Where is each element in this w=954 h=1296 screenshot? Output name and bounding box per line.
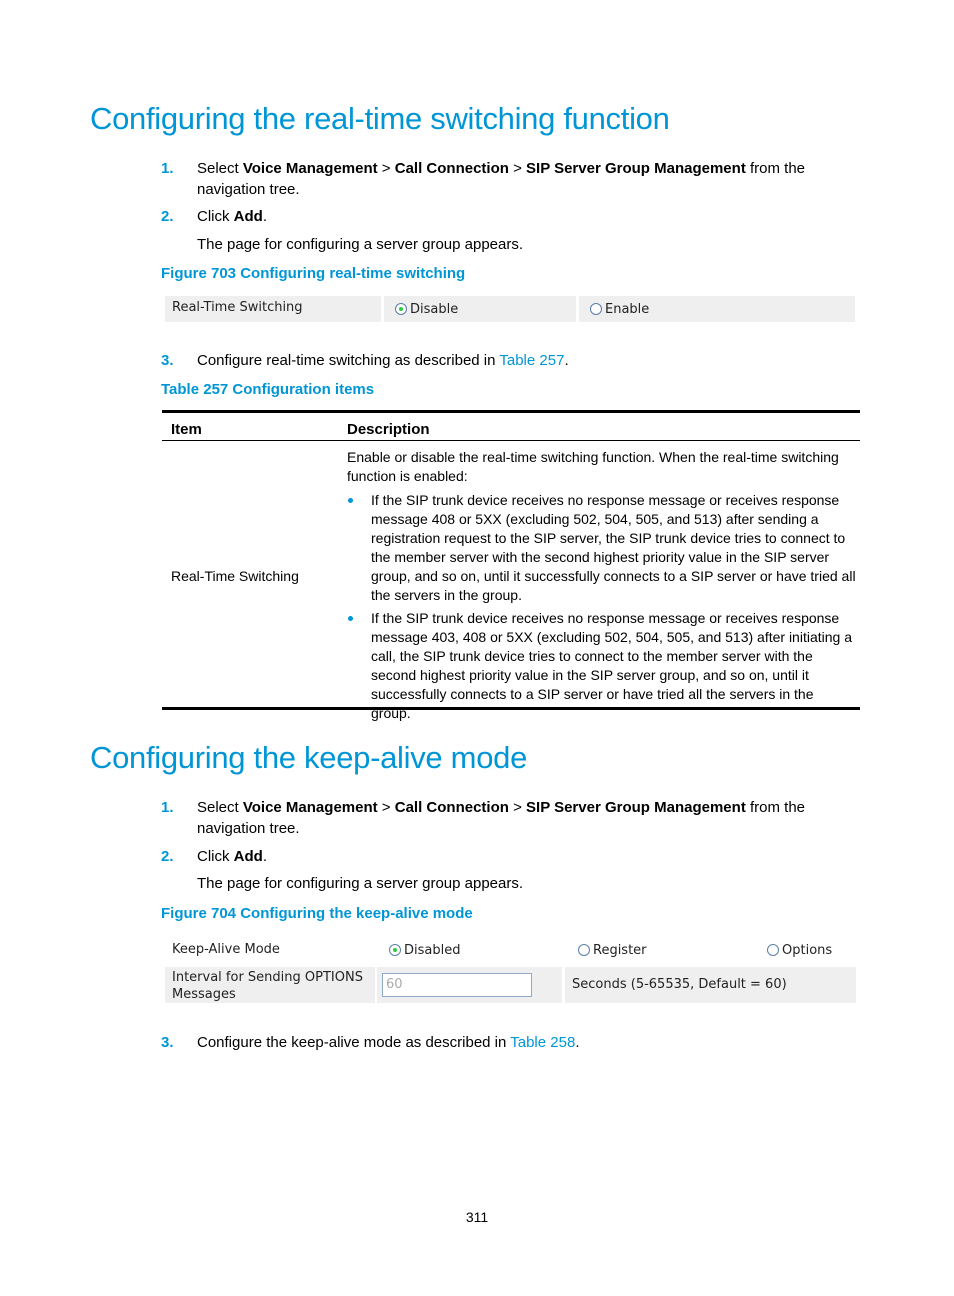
bullet-icon <box>348 498 353 503</box>
description-bullet-2: If the SIP trunk device receives no resp… <box>371 610 852 721</box>
keep-alive-mode-label: Keep-Alive Mode <box>172 942 280 957</box>
step-1: 1. Select Voice Management > Call Connec… <box>161 797 866 839</box>
step-number: 1. <box>161 799 174 816</box>
step-text: Configure the keep-alive mode as describ… <box>197 1034 580 1051</box>
header-description: Description <box>347 421 430 438</box>
section-title-real-time-switching: Configuring the real-time switching func… <box>90 101 670 136</box>
figure-703-caption: Figure 703 Configuring real-time switchi… <box>161 265 466 282</box>
radio-selected-icon[interactable] <box>395 303 407 315</box>
bullet-icon <box>348 616 353 621</box>
cell-item: Real-Time Switching <box>171 568 299 584</box>
step-number: 3. <box>161 1034 174 1051</box>
interval-hint: Seconds (5-65535, Default = 60) <box>565 967 856 1003</box>
table-258-link[interactable]: Table 258 <box>510 1034 575 1051</box>
step-3: 3. Configure real-time switching as desc… <box>161 350 866 371</box>
step-number: 3. <box>161 352 174 369</box>
description-bullet-1: If the SIP trunk device receives no resp… <box>371 492 856 603</box>
step-1: 1. Select Voice Management > Call Connec… <box>161 158 866 200</box>
radio-disabled-option[interactable]: Disabled <box>384 938 564 964</box>
figure-704-caption: Figure 704 Configuring the keep-alive mo… <box>161 905 473 922</box>
radio-register-option[interactable]: Register <box>573 938 753 964</box>
header-item: Item <box>171 421 202 438</box>
table-257-caption: Table 257 Configuration items <box>161 381 375 398</box>
step-3: 3. Configure the keep-alive mode as desc… <box>161 1032 866 1053</box>
radio-options-option[interactable]: Options <box>762 938 856 964</box>
page-number: 311 <box>465 1209 489 1225</box>
step-2: 2. Click Add. <box>161 846 866 867</box>
interval-input[interactable]: 60 <box>382 973 532 997</box>
header-rule <box>162 440 860 441</box>
step-text: Select Voice Management > Call Connectio… <box>197 160 805 198</box>
step-2-note: The page for configuring a server group … <box>197 236 524 253</box>
table-bottom-rule <box>162 707 860 710</box>
step-text: Click Add. <box>197 208 268 225</box>
step-text: Configure real-time switching as describ… <box>197 352 569 369</box>
step-number: 2. <box>161 208 174 225</box>
step-text: Select Voice Management > Call Connectio… <box>197 799 805 837</box>
section-title-keep-alive-mode: Configuring the keep-alive mode <box>90 740 528 775</box>
radio-unselected-icon[interactable] <box>578 944 590 956</box>
cell-description-intro: Enable or disable the real-time switchin… <box>347 449 839 484</box>
step-text: Click Add. <box>197 848 268 865</box>
real-time-switching-label: Real-Time Switching <box>165 296 381 322</box>
radio-unselected-icon[interactable] <box>590 303 602 315</box>
radio-disable-option[interactable]: Disable <box>384 296 576 322</box>
step-2-note: The page for configuring a server group … <box>197 875 524 892</box>
radio-unselected-icon[interactable] <box>767 944 779 956</box>
table-257-link[interactable]: Table 257 <box>499 352 564 369</box>
step-2: 2. Click Add. <box>161 206 866 227</box>
radio-enable-option[interactable]: Enable <box>579 296 855 322</box>
step-number: 2. <box>161 848 174 865</box>
step-number: 1. <box>161 160 174 177</box>
radio-selected-icon[interactable] <box>389 944 401 956</box>
interval-label: Interval for Sending OPTIONS Messages <box>165 967 375 1003</box>
table-top-rule <box>162 410 860 413</box>
